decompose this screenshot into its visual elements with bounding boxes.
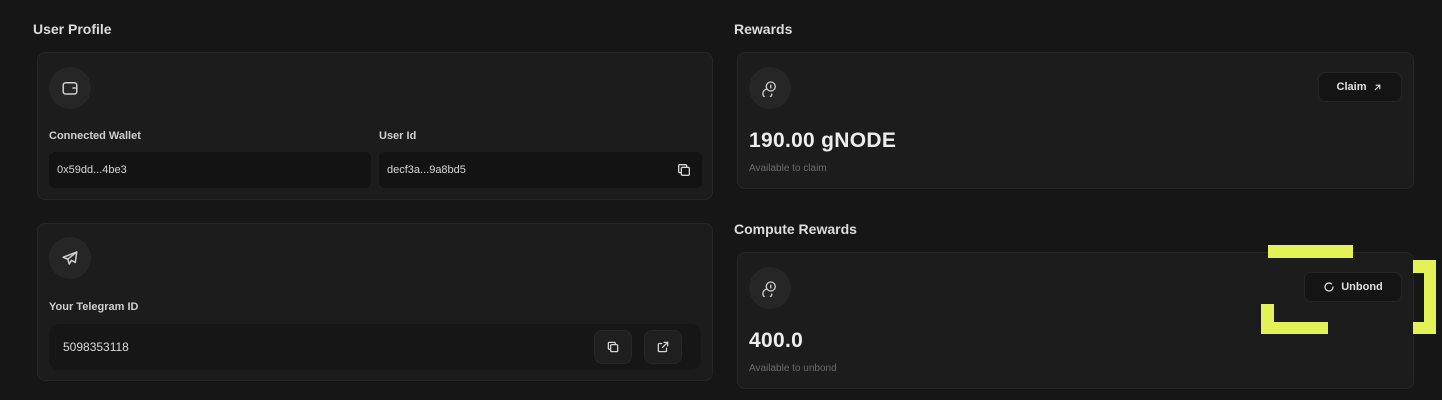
- user-id-field[interactable]: decf3a...9a8bd5: [379, 152, 702, 188]
- rewards-card: Claim 190.00 gNODE Available to claim: [737, 52, 1414, 189]
- user-profile-title: User Profile: [33, 21, 112, 37]
- wallet-icon: [49, 67, 91, 109]
- user-id-value: decf3a...9a8bd5: [387, 164, 466, 176]
- connected-wallet-label: Connected Wallet: [49, 130, 141, 142]
- telegram-card: Your Telegram ID 5098353118: [37, 223, 713, 381]
- telegram-copy-button[interactable]: [594, 330, 632, 364]
- rewards-amount-caption: Available to claim: [749, 163, 827, 174]
- connected-wallet-value: 0x59dd...4be3: [57, 164, 127, 176]
- coin-icon: [749, 67, 791, 109]
- claim-button[interactable]: Claim: [1318, 72, 1402, 102]
- telegram-icon: [49, 237, 91, 279]
- unbond-button[interactable]: Unbond: [1304, 272, 1402, 302]
- refresh-icon: [1323, 281, 1335, 293]
- rewards-amount: 190.00 gNODE: [749, 129, 897, 152]
- compute-rewards-amount: 400.0: [749, 329, 804, 352]
- arrow-up-right-icon: [1372, 82, 1383, 93]
- telegram-open-button[interactable]: [644, 330, 682, 364]
- highlight-bracket-bottom: [1261, 322, 1328, 334]
- connected-wallet-field[interactable]: 0x59dd...4be3: [49, 152, 371, 188]
- claim-label: Claim: [1336, 81, 1367, 93]
- rewards-title: Rewards: [734, 21, 793, 37]
- wallet-card: Connected Wallet 0x59dd...4be3 User Id d…: [37, 52, 713, 200]
- compute-rewards-card: Unbond 400.0 Available to unbond: [737, 252, 1414, 389]
- compute-rewards-title: Compute Rewards: [734, 221, 857, 237]
- external-link-icon: [656, 340, 670, 354]
- dashboard-root: User Profile Connected Wallet 0x59dd...4…: [0, 0, 1442, 400]
- telegram-id-value: 5098353118: [63, 340, 129, 354]
- highlight-bracket-top: [1268, 245, 1353, 258]
- copy-icon[interactable]: [674, 160, 694, 180]
- copy-icon: [606, 340, 620, 354]
- compute-rewards-amount-caption: Available to unbond: [749, 363, 837, 374]
- coin-icon: [749, 267, 791, 309]
- unbond-label: Unbond: [1341, 281, 1383, 293]
- highlight-bracket-right-bottom: [1413, 322, 1436, 334]
- user-id-label: User Id: [379, 130, 417, 142]
- telegram-id-label: Your Telegram ID: [49, 301, 139, 313]
